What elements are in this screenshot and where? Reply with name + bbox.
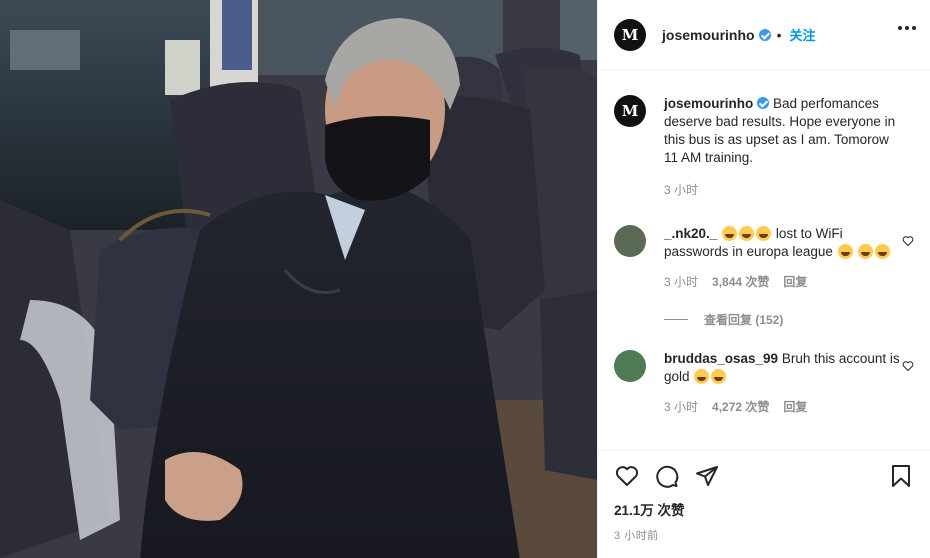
- reply-button[interactable]: 回复: [783, 273, 807, 291]
- reply-button[interactable]: 回复: [783, 398, 807, 416]
- comment-username[interactable]: bruddas_osas_99: [664, 351, 778, 366]
- post-actions: 21.1万 次赞 3 小时前: [598, 450, 930, 558]
- laughing-emoji-icon: [756, 226, 772, 241]
- share-icon[interactable]: [694, 463, 720, 489]
- bus-interior-photo: [0, 0, 597, 558]
- verified-icon: [757, 97, 770, 109]
- separator-dot: •: [776, 26, 782, 43]
- post-dialog: M josemourinho • 关注 M josemourinho Bad p…: [0, 0, 930, 558]
- laughing-emoji-icon: [694, 369, 710, 384]
- caption-time[interactable]: 3 小时: [664, 181, 698, 199]
- post-header: M josemourinho • 关注: [598, 0, 930, 70]
- replies-divider: [664, 319, 688, 320]
- view-replies-label: 查看回复 (152): [704, 313, 784, 327]
- rofl-emoji-icon: [875, 244, 891, 259]
- author-username[interactable]: josemourinho: [662, 27, 755, 43]
- follow-button[interactable]: 关注: [789, 25, 815, 44]
- more-icon[interactable]: [898, 26, 916, 30]
- post-side-panel: M josemourinho • 关注 M josemourinho Bad p…: [597, 0, 930, 558]
- post-photo[interactable]: [0, 0, 597, 558]
- laughing-emoji-icon: [739, 226, 755, 241]
- post-like-count[interactable]: 21.1万 次赞: [614, 499, 914, 519]
- author-avatar[interactable]: M: [614, 18, 646, 51]
- caption-username[interactable]: josemourinho: [664, 96, 753, 111]
- comment-username[interactable]: _.nk20._: [664, 226, 717, 241]
- caption-avatar[interactable]: M: [614, 95, 646, 127]
- laughing-emoji-icon: [711, 369, 727, 384]
- view-replies-button[interactable]: 查看回复 (152): [664, 311, 914, 328]
- comment-time[interactable]: 3 小时: [664, 398, 698, 416]
- comment-like-count[interactable]: 4,272 次赞: [712, 398, 769, 416]
- comment-like-count[interactable]: 3,844 次赞: [712, 273, 769, 291]
- post-time[interactable]: 3 小时前: [614, 527, 914, 543]
- rofl-emoji-icon: [858, 244, 874, 259]
- author-logo-letter: M: [621, 25, 639, 44]
- commenter-avatar[interactable]: [614, 225, 646, 257]
- comments-list[interactable]: M josemourinho Bad perfomances deserve b…: [598, 71, 930, 449]
- comment-like-heart-icon[interactable]: [902, 235, 914, 247]
- bookmark-icon[interactable]: [888, 463, 914, 489]
- caption-body: josemourinho Bad perfomances deserve bad…: [664, 95, 904, 199]
- comment-item: _.nk20._ lost to WiFi passwords in europ…: [614, 225, 914, 291]
- comment-icon[interactable]: [654, 463, 680, 489]
- heart-icon[interactable]: [614, 463, 640, 489]
- comment-like-heart-icon[interactable]: [902, 360, 914, 372]
- comment-body: _.nk20._ lost to WiFi passwords in europ…: [664, 225, 904, 291]
- action-icons-row: [614, 461, 914, 491]
- caption-logo-letter: M: [621, 102, 639, 120]
- comment-body: bruddas_osas_99 Bruh this account is gol…: [664, 350, 904, 416]
- comment-time[interactable]: 3 小时: [664, 273, 698, 291]
- verified-icon: [758, 28, 771, 41]
- laughing-emoji-icon: [722, 226, 738, 241]
- comment-item: bruddas_osas_99 Bruh this account is gol…: [614, 350, 914, 416]
- rofl-emoji-icon: [837, 244, 853, 259]
- caption: M josemourinho Bad perfomances deserve b…: [614, 95, 914, 199]
- commenter-avatar[interactable]: [614, 350, 646, 382]
